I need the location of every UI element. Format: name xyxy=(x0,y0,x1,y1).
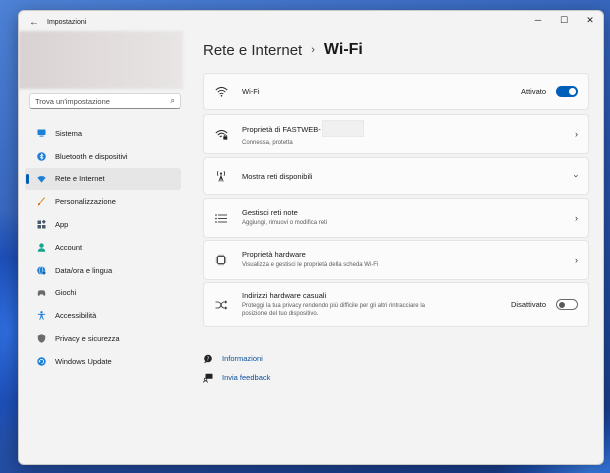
wifi-toggle[interactable] xyxy=(556,86,578,97)
sidebar-item-label: Accessibilità xyxy=(55,311,97,321)
hardware-properties-card[interactable]: Proprietà hardware Visualizza e gestisci… xyxy=(203,240,589,280)
sidebar-item-label: Bluetooth e dispositivi xyxy=(55,151,128,161)
network-properties-card[interactable]: Proprietà di FASTWEB- Connessa, protetta… xyxy=(203,114,589,154)
search-icon: ⌕ xyxy=(170,96,175,105)
show-networks-card[interactable]: Mostra reti disponibili › xyxy=(203,157,589,195)
close-icon: ✕ xyxy=(586,14,594,25)
chevron-right-icon: › xyxy=(575,213,578,223)
show-networks-label: Mostra reti disponibili xyxy=(242,171,313,181)
random-address-label: Indirizzi hardware casuali xyxy=(242,290,327,300)
sidebar-item-personalizzazione[interactable]: Personalizzazione xyxy=(25,190,181,213)
sidebar-item-label: Sistema xyxy=(55,128,83,138)
back-button[interactable]: ← xyxy=(23,11,45,33)
svg-text:?: ? xyxy=(207,356,210,362)
sidebar-item-label: Windows Update xyxy=(55,356,112,366)
random-address-toggle[interactable] xyxy=(556,299,578,310)
user-profile-blurred[interactable] xyxy=(19,31,183,89)
info-link-label: Informazioni xyxy=(222,354,263,363)
sidebar-item-sistema[interactable]: Sistema xyxy=(25,122,181,145)
wifi-toggle-state: Attivato xyxy=(520,87,546,96)
sidebar-item-label: Personalizzazione xyxy=(55,197,116,207)
wifi-diamond-icon xyxy=(37,174,46,183)
info-link[interactable]: ? Informazioni xyxy=(203,349,270,368)
shuffle-icon xyxy=(214,298,228,312)
network-status: Connessa, protetta xyxy=(242,140,293,147)
settings-window: ← Impostazioni ─ ☐ ✕ Trova un'impostazio… xyxy=(18,10,604,465)
chevron-right-icon: › xyxy=(575,129,578,139)
feedback-icon xyxy=(203,373,213,383)
random-address-desc-line2: posizione del tuo dispositivo. xyxy=(242,311,319,317)
update-icon xyxy=(37,357,46,366)
sidebar-item-account[interactable]: Account xyxy=(25,236,181,259)
hardware-properties-desc: Visualizza e gestisci le proprietà della… xyxy=(242,262,379,269)
sidebar-item-accessibilita[interactable]: Accessibilità xyxy=(25,304,181,327)
minimize-icon: ─ xyxy=(534,15,542,25)
wifi-label: Wi-Fi xyxy=(242,87,260,96)
sidebar-item-label: App xyxy=(55,220,69,230)
monitor-icon xyxy=(37,129,46,138)
manage-networks-label: Gestisci reti note xyxy=(242,208,298,218)
sidebar-item-bluetooth[interactable]: Bluetooth e dispositivi xyxy=(25,145,181,168)
sidebar-item-label: Rete e Internet xyxy=(55,174,105,184)
page-title: Wi-Fi xyxy=(323,41,363,58)
feedback-link[interactable]: Invia feedback xyxy=(203,368,270,387)
bluetooth-icon xyxy=(37,151,46,161)
antenna-icon xyxy=(214,169,228,183)
manage-networks-desc: Aggiungi, rimuovi o modifica reti xyxy=(242,220,328,227)
breadcrumb-parent[interactable]: Rete e Internet xyxy=(203,42,302,59)
sidebar-item-windows-update[interactable]: Windows Update xyxy=(25,350,181,373)
sidebar-item-privacy-sicurezza[interactable]: Privacy e sicurezza xyxy=(25,327,181,350)
shield-icon xyxy=(37,334,46,343)
sidebar-nav: Sistema Bluetooth e dispositivi Rete e I… xyxy=(25,122,181,373)
sidebar-item-label: Giochi xyxy=(55,288,77,298)
chip-icon xyxy=(214,253,228,267)
breadcrumb: Rete e Internet › Wi-Fi xyxy=(203,41,363,59)
globe-clock-icon xyxy=(37,265,46,275)
help-chat-icon: ? xyxy=(203,354,213,364)
apps-icon xyxy=(37,220,46,229)
wifi-toggle-card: Wi-Fi Attivato xyxy=(203,73,589,110)
window-controls: ─ ☐ ✕ xyxy=(525,11,603,29)
hardware-properties-label: Proprietà hardware xyxy=(242,250,306,260)
manage-known-networks-card[interactable]: Gestisci reti note Aggiungi, rimuovi o m… xyxy=(203,198,589,238)
sidebar-item-app[interactable]: App xyxy=(25,213,181,236)
sidebar-item-data-ora-lingua[interactable]: Data/ora e lingua xyxy=(25,259,181,282)
wifi-icon xyxy=(214,85,228,99)
sidebar-item-label: Data/ora e lingua xyxy=(55,265,113,275)
minimize-button[interactable]: ─ xyxy=(525,11,551,29)
sidebar-item-label: Privacy e sicurezza xyxy=(55,334,120,344)
accessibility-icon xyxy=(37,311,46,321)
sidebar-item-rete-internet[interactable]: Rete e Internet xyxy=(25,167,181,191)
feedback-link-label: Invia feedback xyxy=(222,373,271,382)
help-links: ? Informazioni Invia feedback xyxy=(203,349,270,387)
gamepad-icon xyxy=(37,288,46,297)
sidebar-item-label: Account xyxy=(55,242,83,252)
breadcrumb-separator: › xyxy=(311,44,315,56)
wifi-lock-icon xyxy=(214,127,228,141)
random-address-desc-line1: Proteggi la tua privacy rendendo più dif… xyxy=(242,302,425,309)
list-icon xyxy=(214,211,228,225)
maximize-icon: ☐ xyxy=(559,14,569,25)
close-button[interactable]: ✕ xyxy=(577,11,603,29)
maximize-button[interactable]: ☐ xyxy=(551,11,577,29)
chevron-right-icon: › xyxy=(575,255,578,265)
search-box[interactable]: Trova un'impostazione ⌕ xyxy=(29,93,181,109)
search-input[interactable]: Trova un'impostazione xyxy=(35,97,171,106)
app-title: Impostazioni xyxy=(47,18,87,26)
redacted-ssid xyxy=(321,120,364,138)
brush-icon xyxy=(37,197,46,206)
network-name: Proprietà di FASTWEB- xyxy=(242,125,321,135)
random-address-toggle-state: Disattivato xyxy=(510,300,546,309)
arrow-left-icon: ← xyxy=(29,16,39,28)
sidebar-item-giochi[interactable]: Giochi xyxy=(25,282,181,305)
chevron-down-icon: › xyxy=(571,174,582,178)
title-bar: ← Impostazioni ─ ☐ ✕ xyxy=(19,11,603,33)
person-icon xyxy=(37,243,46,252)
random-hardware-address-card: Indirizzi hardware casuali Proteggi la t… xyxy=(203,282,589,327)
